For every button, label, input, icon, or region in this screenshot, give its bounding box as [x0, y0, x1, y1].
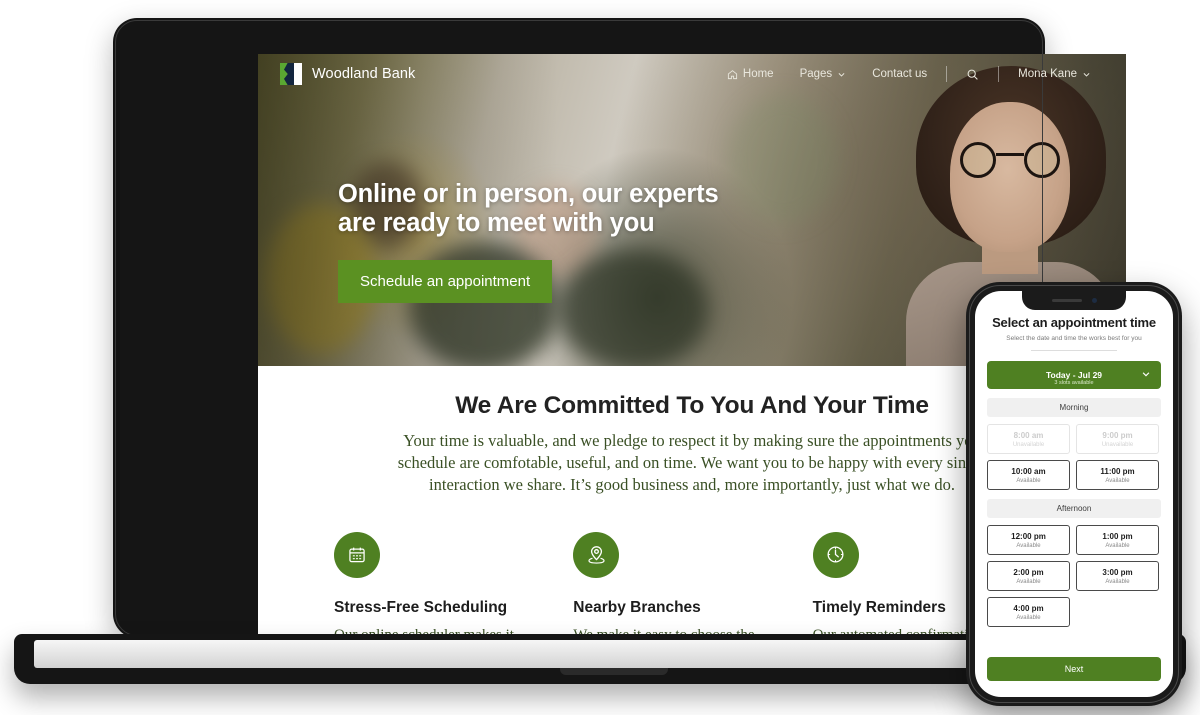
- chevron-down-icon: [1082, 70, 1091, 79]
- slot-time: 11:00 pm: [1100, 466, 1135, 476]
- time-slot[interactable]: 2:00 pm Available: [987, 561, 1070, 591]
- schedule-appointment-button[interactable]: Schedule an appointment: [338, 259, 553, 303]
- phone-screen: Select an appointment time Select the da…: [975, 291, 1173, 697]
- app-subtitle: Select the date and time the works best …: [1006, 335, 1142, 342]
- feature-title: Stress-Free Scheduling: [334, 598, 508, 616]
- calendar-icon: [334, 531, 380, 578]
- nav-item-contact-us[interactable]: Contact us: [859, 68, 940, 80]
- slot-time: 10:00 am: [1011, 466, 1046, 476]
- slot-state: Unavailable: [1101, 441, 1134, 448]
- next-button[interactable]: Next: [987, 657, 1161, 681]
- slot-state: Unavailable: [1012, 441, 1045, 448]
- phone-device: Select an appointment time Select the da…: [966, 282, 1182, 706]
- slot-state: Available: [1105, 578, 1130, 585]
- nav-divider-2: [998, 66, 1000, 82]
- slot-state: Available: [1105, 477, 1130, 484]
- slot-grid-afternoon: 12:00 pm Available 1:00 pm Available 2:0…: [987, 525, 1161, 627]
- home-icon: [727, 69, 738, 80]
- slot-time: 1:00 pm: [1102, 531, 1133, 541]
- feature-card-scheduling: Stress-Free Scheduling Our online schedu…: [334, 531, 573, 642]
- account-menu[interactable]: Mona Kane: [1005, 68, 1104, 80]
- date-selector-label: Today - Jul 29: [1045, 370, 1103, 380]
- divider: [1031, 350, 1117, 351]
- slot-state: Available: [1016, 542, 1041, 549]
- nav-item-home[interactable]: Home: [714, 68, 787, 80]
- search-icon: [966, 68, 979, 81]
- slot-grid-morning: 8:00 am Unavailable 9:00 pm Unavailable …: [987, 424, 1161, 490]
- hero-copy: Online or in person, our experts are rea…: [338, 180, 758, 303]
- app-title: Select an appointment time: [992, 315, 1156, 330]
- hero-title-line-2: are ready to meet with you: [338, 208, 655, 237]
- date-selector[interactable]: Today - Jul 29 3 slots available: [987, 361, 1161, 389]
- nav-label-contact-us: Contact us: [872, 68, 928, 80]
- account-label: Mona Kane: [1018, 68, 1077, 80]
- appointment-app: Select an appointment time Select the da…: [975, 291, 1173, 697]
- time-slot[interactable]: 3:00 pm Available: [1076, 561, 1159, 591]
- chevron-down-icon: [837, 70, 846, 79]
- slot-time: 8:00 am: [1013, 430, 1044, 440]
- nav-item-pages[interactable]: Pages: [787, 68, 860, 80]
- woodland-bank-logo-icon: [280, 63, 302, 85]
- slot-time: 2:00 pm: [1013, 567, 1044, 577]
- slot-state: Available: [1016, 578, 1041, 585]
- time-slot[interactable]: 4:00 pm Available: [987, 597, 1070, 627]
- feature-title: Nearby Branches: [573, 598, 701, 616]
- nav-label-home: Home: [742, 68, 774, 80]
- slot-time: 3:00 pm: [1102, 567, 1133, 577]
- date-selector-sublabel: 3 slots available: [1054, 380, 1094, 386]
- scene: Woodland Bank Home Pages Contact us Mona…: [0, 0, 1200, 715]
- group-label-afternoon: Afternoon: [987, 499, 1161, 518]
- slot-state: Available: [1016, 477, 1041, 484]
- slot-time: 4:00 pm: [1013, 603, 1044, 613]
- laptop-trackpad-notch: [560, 668, 668, 675]
- nav-divider: [946, 66, 948, 82]
- brand-name: Woodland Bank: [312, 66, 416, 82]
- brand-logo[interactable]: Woodland Bank: [280, 63, 415, 85]
- time-slot[interactable]: 11:00 pm Available: [1076, 460, 1159, 490]
- hero-title-line-1: Online or in person, our experts: [338, 180, 719, 208]
- slot-state: Available: [1016, 614, 1041, 621]
- site-header: Woodland Bank Home Pages Contact us Mona…: [258, 54, 1126, 94]
- slot-time: 9:00 pm: [1102, 430, 1133, 440]
- time-slot[interactable]: 10:00 am Available: [987, 460, 1070, 490]
- camera-icon: [1091, 298, 1097, 303]
- chevron-down-icon: [1141, 366, 1151, 384]
- slot-state: Available: [1105, 542, 1130, 549]
- feature-card-branches: Nearby Branches We make it easy to choos…: [573, 531, 812, 642]
- phone-notch: [1022, 291, 1126, 310]
- section-lede: Your time is valuable, and we pledge to …: [397, 431, 987, 494]
- time-slot: 8:00 am Unavailable: [987, 424, 1070, 454]
- search-button[interactable]: [953, 68, 992, 81]
- time-slot: 9:00 pm Unavailable: [1076, 424, 1159, 454]
- nav-label-pages: Pages: [799, 68, 833, 80]
- hero-title: Online or in person, our experts are rea…: [338, 180, 758, 238]
- laptop-device: Woodland Bank Home Pages Contact us Mona…: [113, 18, 1126, 642]
- clock-icon: [812, 531, 859, 578]
- location-pin-icon: [573, 531, 620, 578]
- group-label-morning: Morning: [987, 398, 1161, 417]
- time-slot[interactable]: 12:00 pm Available: [987, 525, 1070, 555]
- slot-time: 12:00 pm: [1011, 531, 1046, 541]
- time-slot[interactable]: 1:00 pm Available: [1076, 525, 1159, 555]
- main-nav: Home Pages Contact us Mona Kane: [714, 66, 1104, 82]
- speaker-icon: [1051, 299, 1082, 302]
